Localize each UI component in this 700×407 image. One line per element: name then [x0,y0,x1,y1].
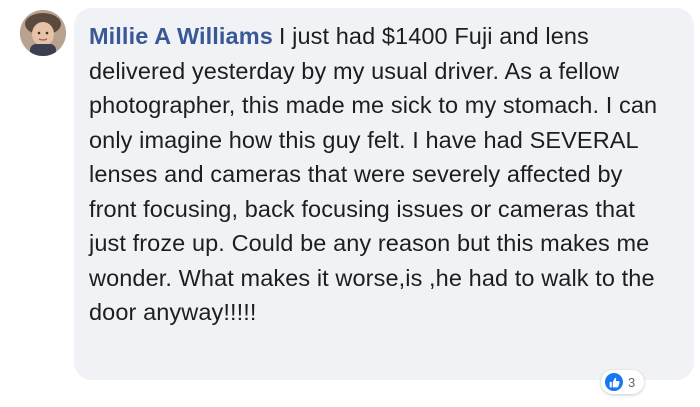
comment-text: I just had $1400 Fuji and lens delivered… [89,23,658,325]
comment-bubble: Millie A Williams I just had $1400 Fuji a… [74,8,694,380]
avatar-image [20,10,66,56]
avatar[interactable] [20,10,66,56]
like-icon [605,373,623,391]
comment-author-link[interactable]: Millie A Williams [89,23,273,49]
reaction-count: 3 [628,374,636,390]
comment-body: Millie A Williams I just had $1400 Fuji a… [89,19,676,330]
reaction-summary[interactable]: 3 [601,370,645,394]
